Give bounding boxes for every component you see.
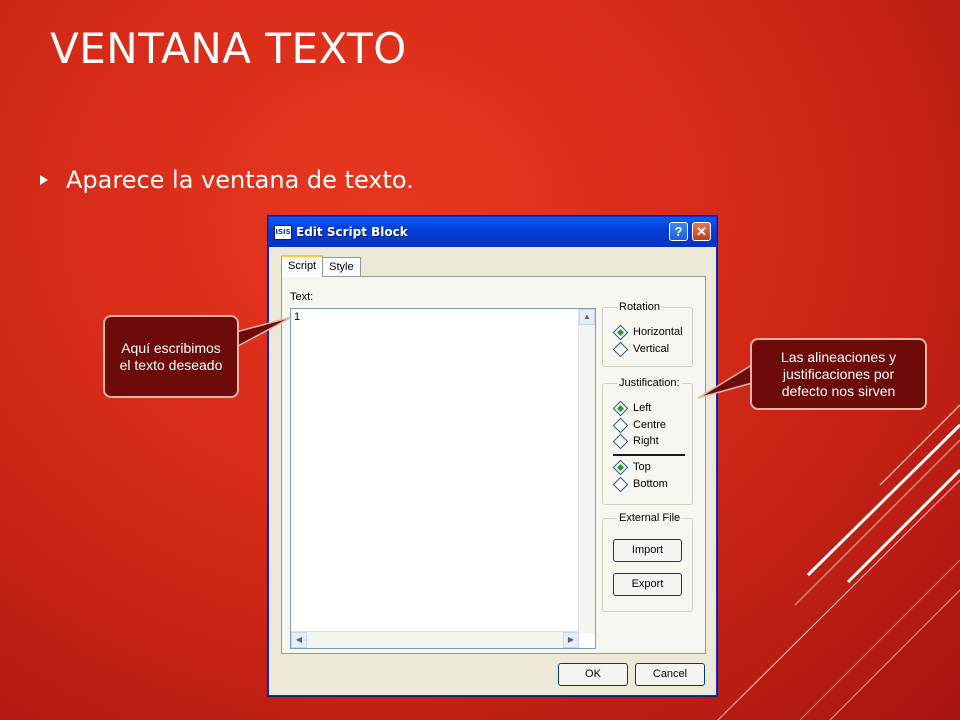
right-callout: Las alineaciones y justificaciones por d…: [750, 338, 927, 410]
right-callout-tail: [697, 363, 753, 399]
tab-script[interactable]: Script: [281, 255, 324, 277]
left-callout: Aquí escribimos el texto deseado: [103, 315, 239, 398]
left-callout-tail: [235, 316, 293, 349]
